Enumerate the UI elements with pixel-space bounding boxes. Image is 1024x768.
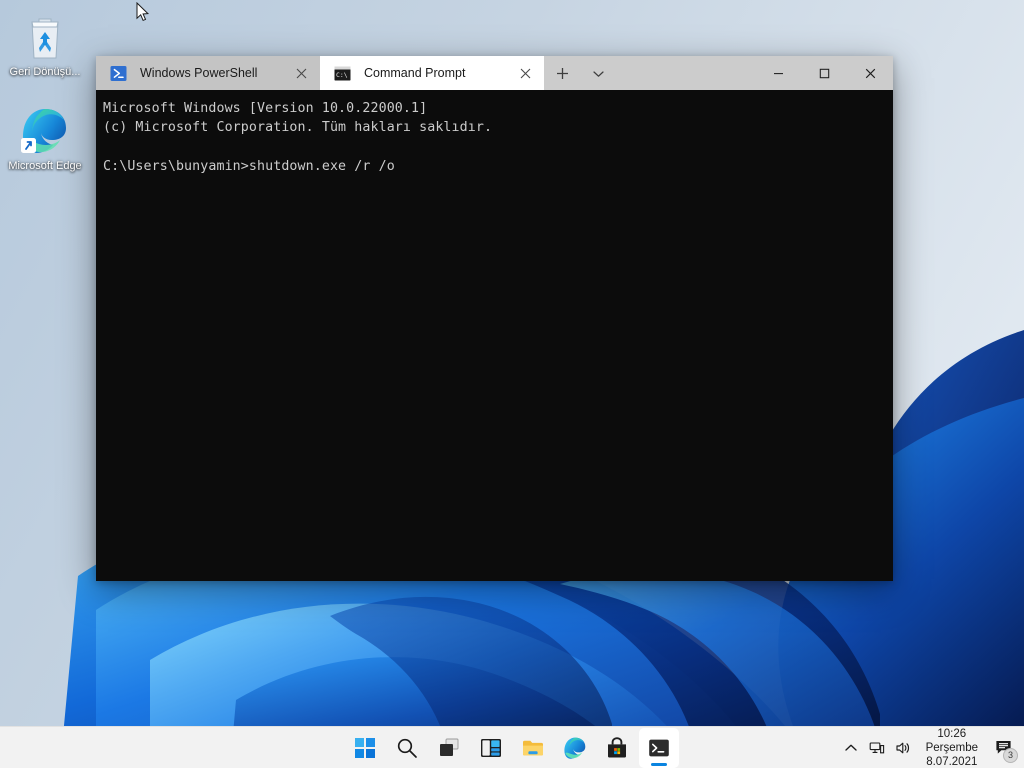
- tab-close-icon[interactable]: [512, 60, 538, 86]
- minimize-button[interactable]: [755, 56, 801, 90]
- edge-icon: [6, 104, 84, 156]
- windows-start-icon: [353, 736, 377, 760]
- system-tray[interactable]: 10:26 Perşembe 8.07.2021 3: [838, 727, 1024, 768]
- search-button[interactable]: [387, 728, 427, 768]
- file-explorer-button[interactable]: [513, 728, 553, 768]
- notification-count-badge: 3: [1003, 748, 1018, 763]
- taskbar[interactable]: 10:26 Perşembe 8.07.2021 3: [0, 726, 1024, 768]
- desktop-icon-recycle-bin[interactable]: Geri Dönüşü...: [6, 10, 84, 79]
- tab-strip[interactable]: Windows PowerShell C:\: [96, 56, 544, 90]
- store-icon: [605, 736, 629, 760]
- desktop-icon-label: Geri Dönüşü...: [6, 66, 84, 79]
- clock[interactable]: 10:26 Perşembe 8.07.2021: [916, 727, 986, 768]
- console-output[interactable]: Microsoft Windows [Version 10.0.22000.1]…: [96, 90, 893, 581]
- microsoft-store-button[interactable]: [597, 728, 637, 768]
- task-view-button[interactable]: [429, 728, 469, 768]
- recycle-bin-icon: [6, 10, 84, 62]
- desktop-icon-microsoft-edge[interactable]: Microsoft Edge: [6, 104, 84, 173]
- volume-button[interactable]: [890, 727, 916, 768]
- tab-label: Command Prompt: [364, 66, 512, 80]
- show-hidden-icons-button[interactable]: [838, 727, 864, 768]
- notification-center-button[interactable]: 3: [986, 727, 1020, 768]
- new-tab-button[interactable]: [544, 56, 580, 90]
- edge-icon: [563, 736, 587, 760]
- task-view-icon: [437, 736, 461, 760]
- search-icon: [395, 736, 419, 760]
- clock-time: 10:26: [937, 727, 966, 741]
- widgets-icon: [479, 736, 503, 760]
- terminal-button[interactable]: [639, 728, 679, 768]
- clock-date: 8.07.2021: [926, 755, 977, 768]
- network-button[interactable]: [864, 727, 890, 768]
- close-button[interactable]: [847, 56, 893, 90]
- tab-command-prompt[interactable]: C:\ Command Prompt: [320, 56, 544, 90]
- window-titlebar[interactable]: Windows PowerShell C:\: [96, 56, 893, 90]
- powershell-icon: [110, 65, 127, 82]
- desktop-icon-label: Microsoft Edge: [6, 160, 84, 173]
- tab-actions[interactable]: [544, 56, 616, 90]
- windows-terminal-window[interactable]: Windows PowerShell C:\: [96, 56, 893, 581]
- command-prompt-icon: C:\: [334, 65, 351, 82]
- maximize-button[interactable]: [801, 56, 847, 90]
- start-button[interactable]: [345, 728, 385, 768]
- tab-close-icon[interactable]: [288, 60, 314, 86]
- tab-label: Windows PowerShell: [140, 66, 288, 80]
- tab-dropdown-button[interactable]: [580, 56, 616, 90]
- clock-day: Perşembe: [926, 741, 978, 755]
- window-caption-buttons[interactable]: [755, 56, 893, 90]
- widgets-button[interactable]: [471, 728, 511, 768]
- tab-windows-powershell[interactable]: Windows PowerShell: [96, 56, 320, 90]
- mouse-cursor: [136, 2, 150, 23]
- svg-text:C:\: C:\: [336, 71, 348, 79]
- file-explorer-icon: [521, 736, 545, 760]
- edge-button[interactable]: [555, 728, 595, 768]
- desktop[interactable]: Geri Dönüşü...: [0, 0, 1024, 768]
- terminal-icon: [647, 736, 671, 760]
